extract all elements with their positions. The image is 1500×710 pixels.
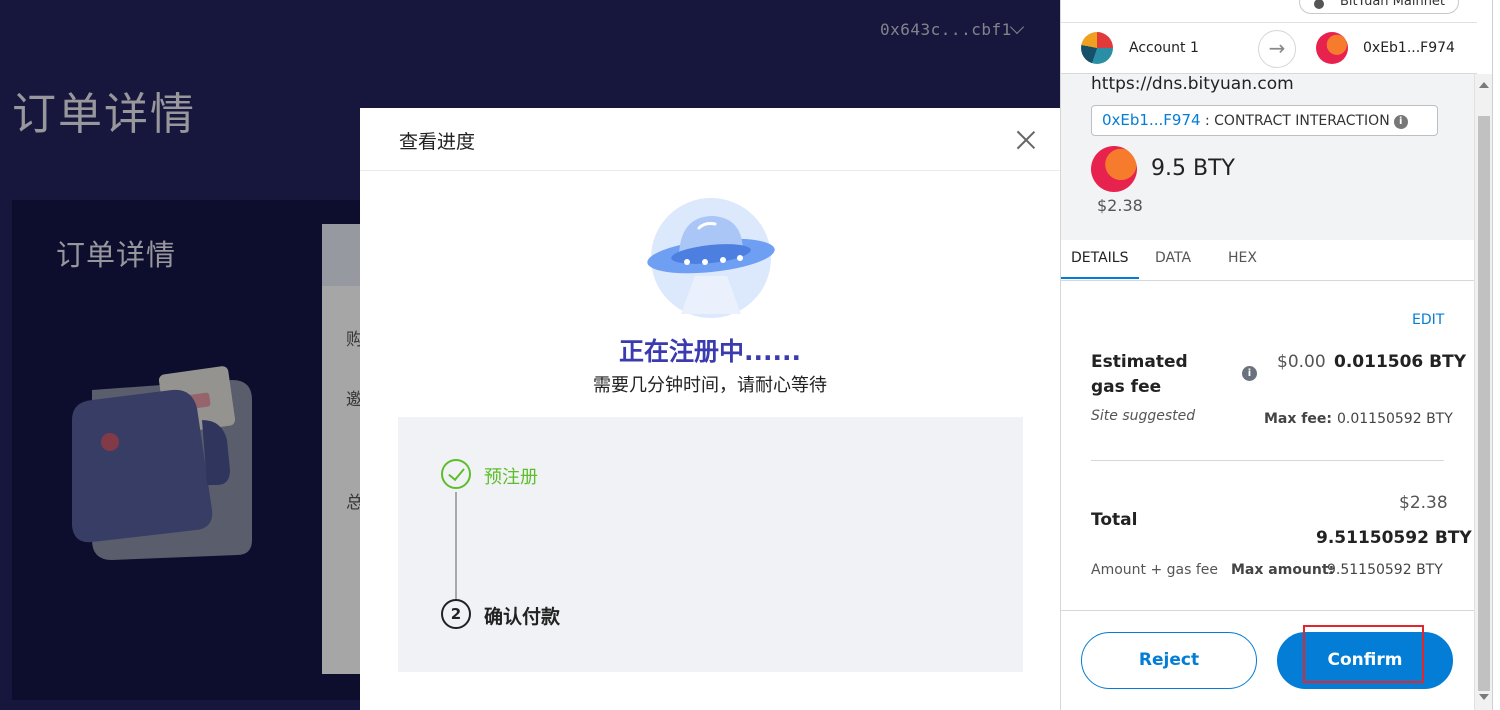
order-card xyxy=(12,200,372,700)
max-fee-label: Max fee: xyxy=(1264,411,1332,427)
steps-panel: 预注册 2 确认付款 xyxy=(398,417,1023,672)
gas-fee-label: Estimated gas fee xyxy=(1091,352,1188,397)
site-suggested-label: Site suggested xyxy=(1091,408,1196,424)
active-tab-indicator xyxy=(1061,277,1139,279)
from-account-name: Account 1 xyxy=(1129,40,1199,56)
edit-gas-link[interactable]: EDIT xyxy=(1412,312,1444,328)
tab-data[interactable]: DATA xyxy=(1155,250,1191,266)
amount-gas-label: Amount + gas fee xyxy=(1091,562,1219,578)
scrollbar[interactable] xyxy=(1474,74,1492,710)
tab-details[interactable]: DETAILS xyxy=(1071,250,1128,266)
status-subtitle: 需要几分钟时间，请耐心等待 xyxy=(593,375,827,396)
network-name: BitYuan Mainnet xyxy=(1340,0,1446,9)
origin-url: https://dns.bityuan.com xyxy=(1091,74,1294,94)
avatar xyxy=(1091,146,1137,192)
amount-usd: $2.38 xyxy=(1097,196,1143,215)
tab-bar: DETAILS DATA HEX xyxy=(1061,240,1477,281)
divider xyxy=(1061,610,1477,611)
wallet-illustration xyxy=(72,366,252,560)
account-row: Account 1 → 0xEb1...F974 xyxy=(1061,24,1477,74)
divider xyxy=(1061,22,1477,23)
contract-interaction-badge: 0xEb1...F974 : CONTRACT INTERACTION i xyxy=(1091,105,1438,136)
step-label: 预注册 xyxy=(484,467,538,488)
avatar xyxy=(1081,32,1113,64)
total-bty: 9.51150592 BTY xyxy=(1316,528,1472,548)
account-address[interactable]: 0x643c...cbf1 xyxy=(880,20,1012,39)
total-usd: $2.38 xyxy=(1399,493,1448,513)
info-icon[interactable]: i xyxy=(1242,366,1257,381)
confirm-button[interactable]: Confirm xyxy=(1277,632,1453,689)
divider xyxy=(1091,460,1444,461)
window-edge xyxy=(1492,0,1500,710)
close-icon[interactable] xyxy=(1016,130,1036,150)
status-title: 正在注册中...... xyxy=(619,337,801,366)
amount: 9.5 BTY xyxy=(1151,156,1235,181)
info-icon[interactable]: i xyxy=(1393,115,1408,129)
chevron-down-icon[interactable] xyxy=(1009,19,1025,35)
scroll-thumb[interactable] xyxy=(1478,116,1490,691)
scroll-up-icon[interactable] xyxy=(1479,82,1489,88)
ufo-illustration xyxy=(647,198,775,318)
modal-header: 查看进度 xyxy=(360,108,1060,171)
modal-title: 查看进度 xyxy=(399,131,476,153)
gas-fee-usd: $0.00 xyxy=(1277,352,1326,372)
check-circle-icon xyxy=(441,459,471,489)
page-title: 订单详情 xyxy=(12,89,196,140)
max-fee-value: 0.01150592 BTY xyxy=(1337,411,1453,427)
card-title: 订单详情 xyxy=(56,238,177,272)
total-label: Total xyxy=(1091,510,1138,530)
step-label: 确认付款 xyxy=(484,606,561,628)
step-connector xyxy=(455,492,457,604)
avatar xyxy=(1316,32,1348,64)
tab-hex[interactable]: HEX xyxy=(1228,250,1257,266)
gas-fee-bty: 0.011506 BTY xyxy=(1334,352,1467,372)
reject-button[interactable]: Reject xyxy=(1081,632,1257,689)
network-selector[interactable]: BitYuan Mainnet xyxy=(1299,0,1459,14)
progress-modal: 查看进度 正在注册中...... 需要几分钟时间，请耐心等待 预注册 2 确认付… xyxy=(360,108,1060,710)
max-amount-value: 9.51150592 BTY xyxy=(1327,562,1443,578)
wallet-popup: BitYuan Mainnet Account 1 → 0xEb1...F974… xyxy=(1060,0,1500,710)
arrow-right-icon: → xyxy=(1258,30,1296,68)
network-icon xyxy=(1314,0,1324,9)
max-amount-label: Max amount: xyxy=(1231,562,1335,578)
contract-address[interactable]: 0xEb1...F974 xyxy=(1102,111,1201,129)
scroll-down-icon[interactable] xyxy=(1479,694,1489,700)
to-account-address[interactable]: 0xEb1...F974 xyxy=(1363,40,1455,56)
contract-label: : CONTRACT INTERACTION xyxy=(1200,113,1390,129)
step-number-badge: 2 xyxy=(441,599,471,629)
